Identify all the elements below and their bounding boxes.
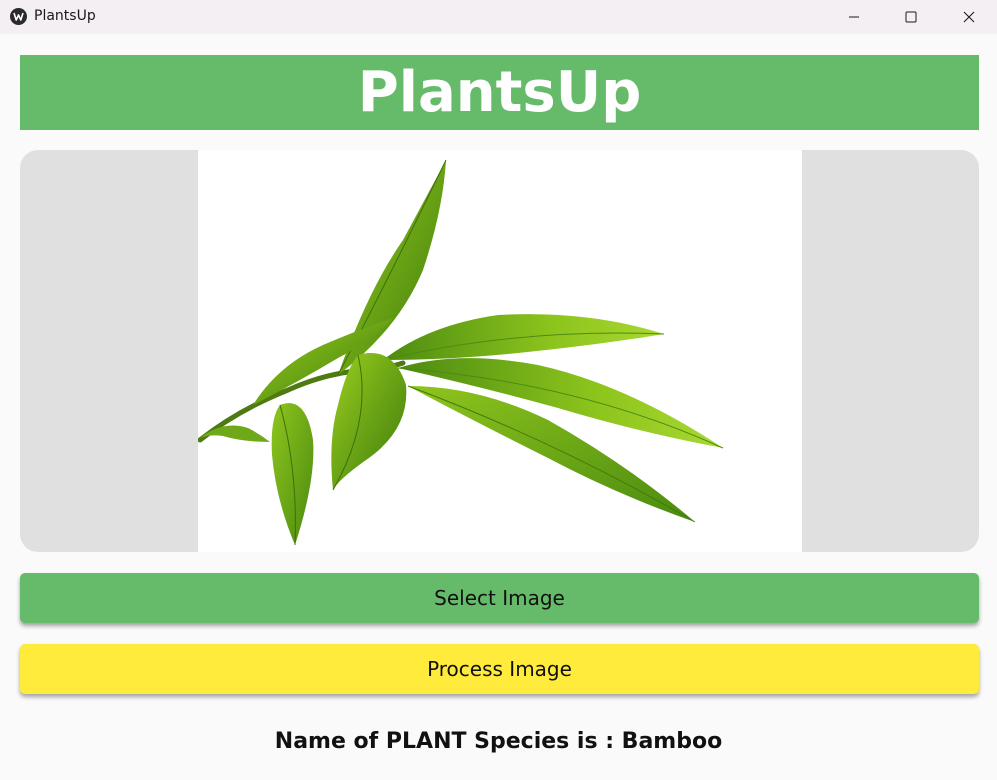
app-window: PlantsUp PlantsUp Select Image Process I… (0, 0, 997, 780)
close-icon (963, 11, 975, 23)
result-label: Name of PLANT Species is : Bamboo (274, 728, 723, 754)
minimize-icon (849, 16, 859, 18)
bamboo-leaves-image (197, 150, 802, 552)
title-bar[interactable]: PlantsUp (0, 0, 997, 34)
process-image-button[interactable]: Process Image (20, 644, 979, 694)
minimize-button[interactable] (825, 0, 883, 34)
close-button[interactable] (940, 0, 997, 34)
maximize-icon (905, 11, 917, 23)
maximize-button[interactable] (882, 0, 940, 34)
image-preview-panel (20, 150, 979, 552)
app-header: PlantsUp (20, 55, 979, 130)
header-title: PlantsUp (357, 59, 642, 125)
window-title: PlantsUp (34, 8, 96, 24)
app-icon (10, 8, 27, 25)
select-image-button[interactable]: Select Image (20, 573, 979, 623)
